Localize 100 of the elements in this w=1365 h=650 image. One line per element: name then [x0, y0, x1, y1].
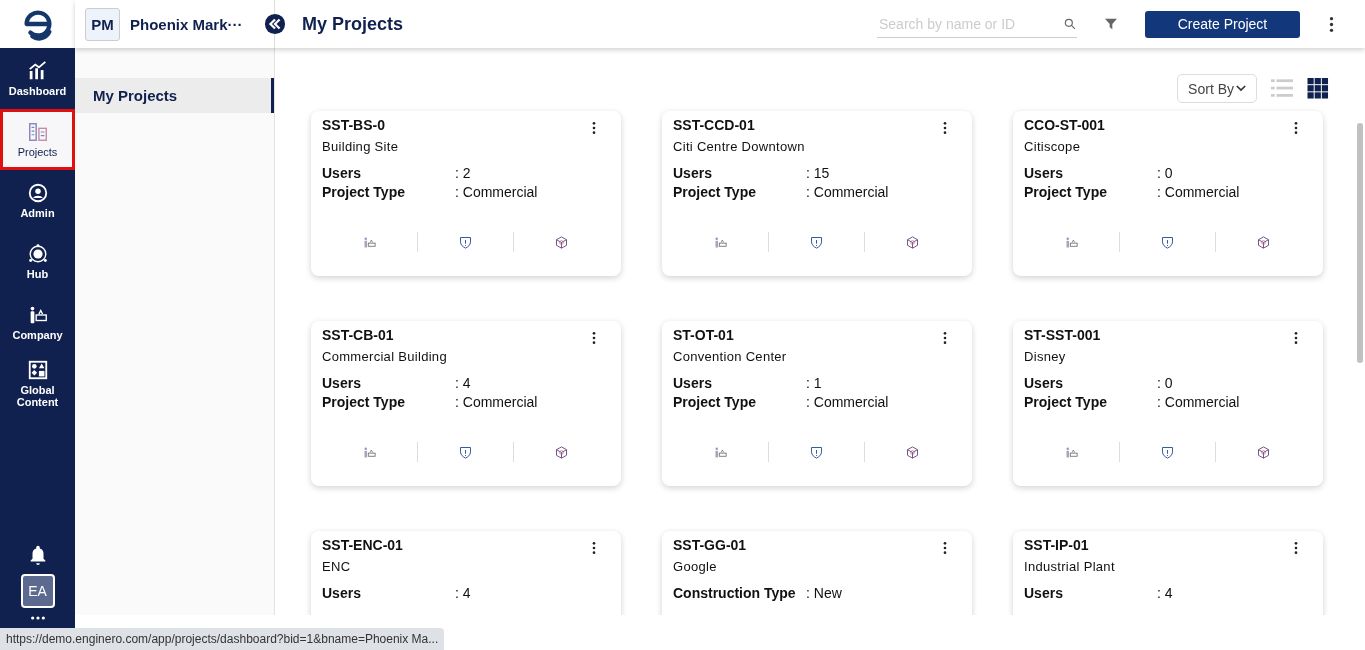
nav-item[interactable]: Company — [0, 292, 75, 353]
field-value: : Commercial — [455, 183, 538, 202]
project-card[interactable]: SST-BS-0 Building Site Users : 2 Project Type : Commercial — [311, 111, 621, 276]
project-card[interactable]: SST-CB-01 Commercial Building Users : 4 Project Type : Commercial — [311, 321, 621, 486]
project-code: SST-BS-0 — [322, 117, 385, 133]
nav-item[interactable]: Projects — [0, 109, 75, 170]
field-label: Project Type — [1024, 393, 1108, 412]
project-card[interactable]: SST-CCD-01 Citi Centre Downtown Users : 15 Project Type : Commercial — [662, 111, 972, 276]
project-code: SST-CCD-01 — [673, 117, 755, 133]
buildings-icon[interactable] — [26, 121, 49, 143]
nav-item[interactable]: Global Content — [0, 353, 75, 414]
field-value: : Commercial — [1157, 183, 1240, 202]
project-name: Industrial Plant — [1024, 559, 1115, 574]
field-label: Users — [1024, 374, 1064, 393]
collapse-icon[interactable] — [264, 13, 286, 35]
field-value: : 2 — [455, 164, 471, 183]
project-name: Building Site — [322, 139, 399, 154]
project-card[interactable]: SST-IP-01 Industrial Plant Users : 4 — [1013, 531, 1323, 615]
org-name[interactable]: Phoenix Mark··· — [130, 15, 243, 33]
nav-item[interactable]: Dashboard — [0, 48, 75, 109]
field-label: Users — [1024, 164, 1064, 183]
field-value: : 15 — [806, 164, 830, 183]
scrollbar[interactable] — [1357, 123, 1363, 363]
search-icon[interactable] — [1063, 16, 1077, 31]
cube-icon[interactable] — [1256, 444, 1271, 460]
nav-item[interactable]: Admin — [0, 170, 75, 231]
globe-icon[interactable] — [26, 243, 49, 265]
shield-warning-icon[interactable] — [458, 234, 473, 250]
filter-icon[interactable] — [1103, 16, 1119, 32]
cube-icon[interactable] — [905, 234, 920, 250]
project-name: Google — [673, 559, 717, 574]
field-label: Project Type — [1024, 183, 1108, 202]
status-url: https://demo.enginero.com/app/projects/dashboard?bid=1&bname=Phoenix Ma... — [0, 628, 445, 650]
cube-icon[interactable] — [554, 444, 569, 460]
project-code: SST-CB-01 — [322, 327, 394, 343]
field-value: : 4 — [455, 584, 471, 603]
cube-icon[interactable] — [554, 234, 569, 250]
grid-view-icon[interactable] — [1307, 78, 1329, 99]
card-menu-icon[interactable] — [943, 331, 947, 345]
shield-warning-icon[interactable] — [1160, 234, 1175, 250]
card-menu-icon[interactable] — [1294, 331, 1298, 345]
card-menu-icon[interactable] — [1294, 121, 1298, 135]
chevron-down-icon[interactable] — [1236, 85, 1246, 92]
field-value: : 0 — [1157, 374, 1173, 393]
project-card[interactable]: SST-GG-01 Google Construction Type : New — [662, 531, 972, 615]
card-menu-icon[interactable] — [943, 121, 947, 135]
shield-warning-icon[interactable] — [458, 444, 473, 460]
field-value: : 4 — [455, 374, 471, 393]
project-code: ST-SST-001 — [1024, 327, 1101, 343]
card-menu-icon[interactable] — [592, 541, 596, 555]
field-value: : Commercial — [1157, 393, 1240, 412]
bar-chart-icon[interactable] — [26, 60, 49, 82]
project-code: SST-GG-01 — [673, 537, 747, 553]
card-menu-icon[interactable] — [592, 121, 596, 135]
project-code: CCO-ST-001 — [1024, 117, 1105, 133]
nav-item[interactable]: Hub — [0, 231, 75, 292]
card-menu-icon[interactable] — [943, 541, 947, 555]
project-name: Citi Centre Downtown — [673, 139, 805, 154]
project-name: ENC — [322, 559, 351, 574]
card-menu-icon[interactable] — [1294, 541, 1298, 555]
user-circle-icon[interactable] — [26, 182, 49, 204]
field-value: : 4 — [1157, 584, 1173, 603]
sidebar-item[interactable]: My Projects — [75, 78, 274, 113]
project-card[interactable]: SST-ENC-01 ENC Users : 4 — [311, 531, 621, 615]
org-badge[interactable]: PM — [85, 7, 120, 41]
field-label: Users — [322, 584, 362, 603]
project-name: Citiscope — [1024, 139, 1081, 154]
field-value: : Commercial — [455, 393, 538, 412]
project-card[interactable]: ST-SST-001 Disney Users : 0 Project Type : Commercial — [1013, 321, 1323, 486]
field-label: Project Type — [673, 183, 757, 202]
shield-warning-icon[interactable] — [809, 444, 824, 460]
shapes-icon[interactable] — [26, 359, 49, 381]
field-label: Project Type — [322, 183, 406, 202]
project-card[interactable]: ST-OT-01 Convention Center Users : 1 Project Type : Commercial — [662, 321, 972, 486]
field-value: : Commercial — [806, 393, 889, 412]
field-label: Users — [1024, 584, 1064, 603]
field-value: : 0 — [1157, 164, 1173, 183]
cube-icon[interactable] — [905, 444, 920, 460]
field-label: Users — [673, 374, 713, 393]
card-menu-icon[interactable] — [592, 331, 596, 345]
more-options-icon[interactable] — [1329, 15, 1334, 33]
cube-icon[interactable] — [1256, 234, 1271, 250]
field-label: Project Type — [673, 393, 757, 412]
field-value: : Commercial — [806, 183, 889, 202]
field-value: : New — [806, 584, 842, 603]
user-avatar[interactable]: EA — [20, 574, 55, 608]
project-code: SST-ENC-01 — [322, 537, 403, 553]
project-card[interactable]: CCO-ST-001 Citiscope Users : 0 Project Type : Commercial — [1013, 111, 1323, 276]
project-name: Disney — [1024, 349, 1066, 364]
create-project-button[interactable]: Create Project — [1145, 10, 1300, 38]
field-value: : 1 — [806, 374, 822, 393]
project-name: Commercial Building — [322, 349, 447, 364]
field-label: Construction Type — [673, 584, 797, 603]
shield-warning-icon[interactable] — [1160, 444, 1175, 460]
project-name: Convention Center — [673, 349, 787, 364]
more-dots-icon[interactable] — [29, 616, 46, 620]
sort-by-dropdown[interactable]: Sort By — [1177, 74, 1257, 103]
shield-warning-icon[interactable] — [809, 234, 824, 250]
field-label: Users — [322, 374, 362, 393]
field-label: Project Type — [322, 393, 406, 412]
